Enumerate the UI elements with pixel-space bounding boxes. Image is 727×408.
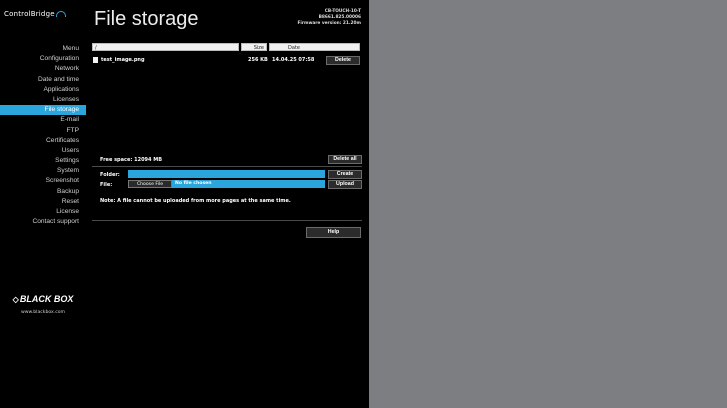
delete-file-button[interactable]: Delete <box>326 56 360 65</box>
upload-button[interactable]: Upload <box>328 180 362 189</box>
date-header[interactable]: Date <box>269 43 360 51</box>
blackbox-logo: ◇BLACK BOX <box>0 294 86 304</box>
divider <box>92 220 362 221</box>
sidebar-item-ftp[interactable]: FTP <box>0 126 86 136</box>
divider <box>92 166 362 167</box>
company-url[interactable]: www.blackbox.com <box>0 310 86 315</box>
sidebar-item-date-time[interactable]: Date and time <box>0 75 86 85</box>
sidebar-item-menu[interactable]: Menu <box>0 44 86 54</box>
sidebar-item-certificates[interactable]: Certificates <box>0 136 86 146</box>
page-title: File storage <box>94 8 199 30</box>
free-space-text: Free space: 12094 MB <box>100 157 163 163</box>
controlbridge-logo: ControlBridge <box>4 10 84 24</box>
file-size: 256 KB <box>248 57 268 63</box>
folder-name-input[interactable] <box>128 170 325 178</box>
sidebar-item-email[interactable]: E-mail <box>0 115 86 125</box>
blackbox-diamond-icon: ◇ <box>12 295 19 304</box>
sidebar-item-contact-support[interactable]: Contact support <box>0 217 86 227</box>
create-folder-button[interactable]: Create <box>328 170 362 179</box>
file-icon <box>93 57 98 63</box>
sidebar-item-file-storage[interactable]: File storage <box>0 105 86 116</box>
firmware-version: Firmware version: 21.20m <box>297 21 361 26</box>
table-row: test_image.png 256 KB 14.04.25 07:58 Del… <box>92 56 360 65</box>
path-header[interactable]: / <box>92 43 239 51</box>
logo-arc-icon <box>55 11 66 17</box>
sidebar-item-configuration[interactable]: Configuration <box>0 54 86 64</box>
choose-file-button[interactable]: Choose File <box>128 180 172 188</box>
sidebar-item-settings[interactable]: Settings <box>0 156 86 166</box>
help-button[interactable]: Help <box>306 227 361 238</box>
sidebar-item-users[interactable]: Users <box>0 146 86 156</box>
sidebar-menu: Menu Configuration Network Date and time… <box>0 44 86 227</box>
size-header[interactable]: Size <box>241 43 267 51</box>
device-info: CB-TOUCH-10-T B8661.825.00006 Firmware v… <box>297 9 361 27</box>
delete-all-button[interactable]: Delete all <box>328 155 362 164</box>
blackbox-logo-text: BLACK BOX <box>19 294 74 304</box>
sidebar-item-network[interactable]: Network <box>0 64 86 74</box>
sidebar-item-reset[interactable]: Reset <box>0 197 86 207</box>
main-panel: File storage CB-TOUCH-10-T B8661.825.000… <box>86 0 369 408</box>
file-label: File: <box>100 182 113 188</box>
file-table-header: / Size Date <box>92 43 360 51</box>
sidebar-item-applications[interactable]: Applications <box>0 85 86 95</box>
sidebar: ControlBridge Menu Configuration Network… <box>0 0 86 408</box>
sidebar-item-license[interactable]: License <box>0 207 86 217</box>
upload-note: Note: A file cannot be uploaded from mor… <box>100 198 291 204</box>
sidebar-item-backup[interactable]: Backup <box>0 187 86 197</box>
sidebar-item-licenses[interactable]: Licenses <box>0 95 86 105</box>
file-picker[interactable]: Choose File No file chosen <box>128 180 325 188</box>
file-date: 14.04.25 07:58 <box>272 57 315 63</box>
sidebar-item-system[interactable]: System <box>0 166 86 176</box>
folder-label: Folder: <box>100 172 120 178</box>
file-name[interactable]: test_image.png <box>101 56 145 65</box>
logo-text: ControlBridge <box>4 10 55 18</box>
file-status: No file chosen <box>175 181 212 186</box>
sidebar-item-screenshot[interactable]: Screenshot <box>0 176 86 186</box>
